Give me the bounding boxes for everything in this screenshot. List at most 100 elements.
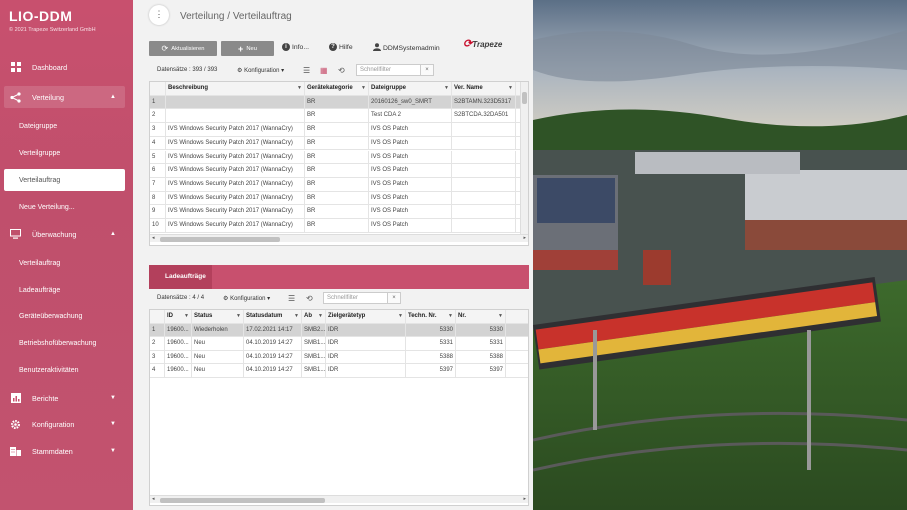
table-cell <box>452 191 516 205</box>
clear-filter-button[interactable]: × <box>420 64 434 76</box>
sidebar-item-geraeteueberwachung[interactable]: Geräteüberwachung <box>0 305 133 327</box>
new-button[interactable]: + Neu <box>221 41 274 56</box>
table-row[interactable]: 3 19600... Neu 04.10.2019 14:27 SMB1... IDR 53… <box>150 350 528 365</box>
column-header[interactable]: Gerätekategorie ▼ <box>305 82 369 95</box>
reset-icon[interactable]: ⟲ <box>306 294 313 303</box>
sidebar-item-ue-verteilauftrag[interactable]: Verteilauftrag <box>0 252 133 274</box>
column-header[interactable]: ID ▼ <box>165 310 192 323</box>
table-cell: 04.10.2019 14:27 <box>244 364 302 377</box>
help-icon: ? <box>329 43 337 51</box>
table-cell: 3 <box>150 123 166 136</box>
user-menu[interactable]: DDMSystemadmin <box>373 43 440 53</box>
filter-icon[interactable]: ▼ <box>448 310 453 323</box>
quick-filter-input[interactable]: Schnellfilter × <box>356 64 434 76</box>
filter-icon[interactable]: ▼ <box>508 82 513 95</box>
sidebar-item-benutzeraktivitaeten[interactable]: Benutzeraktivitäten <box>0 359 133 381</box>
scroll-right-icon[interactable]: ▸ <box>523 496 526 502</box>
column-header[interactable] <box>150 310 165 323</box>
cell-text: IVS Windows Security Patch 2017 (WannaCr… <box>168 126 293 133</box>
filter-icon[interactable]: ▼ <box>184 310 189 323</box>
scroll-thumb[interactable] <box>160 498 325 503</box>
filter-icon[interactable]: ▼ <box>297 82 302 95</box>
filter-icon[interactable]: ▼ <box>318 310 323 323</box>
cell-text: IVS OS Patch <box>371 139 409 146</box>
quick-filter-input[interactable]: Schnellfilter × <box>323 292 401 304</box>
configuration-dropdown[interactable]: ⚙ Konfiguration ▾ <box>237 67 284 74</box>
cell-text: SMB2... <box>304 326 326 333</box>
table-cell <box>452 219 516 232</box>
sidebar-item-dateigruppe[interactable]: Dateigruppe <box>0 115 133 137</box>
table-row[interactable]: 5 IVS Windows Security Patch 2017 (WannaC… <box>150 150 520 165</box>
sidebar-item-berichte[interactable]: Berichte ▼ <box>0 387 133 409</box>
scroll-thumb[interactable] <box>160 237 280 242</box>
column-header[interactable]: Zielgerätetyp ▼ <box>326 310 406 323</box>
app-logo[interactable]: LIO-DDM <box>9 8 133 24</box>
table-cell: BR <box>305 164 369 177</box>
sidebar-item-ueberwachung[interactable]: Überwachung ▲ <box>0 223 133 245</box>
sidebar-item-verteilgruppe[interactable]: Verteilgruppe <box>0 142 133 164</box>
sidebar-item-stammdaten[interactable]: Stammdaten ▼ <box>0 440 133 462</box>
cell-text: BR <box>307 194 316 201</box>
scroll-left-icon[interactable]: ◂ <box>152 235 155 241</box>
column-header[interactable] <box>150 82 166 95</box>
more-options-button[interactable]: ⋮ <box>149 5 169 25</box>
help-link[interactable]: ? Hilfe <box>329 43 353 51</box>
table-row[interactable]: 1 19600... Wiederholen 17.02.2021 14:17 SMB2… <box>150 323 528 338</box>
table-row[interactable]: 4 IVS Windows Security Patch 2017 (WannaC… <box>150 136 520 151</box>
list-view-icon[interactable]: ☰ <box>288 294 295 303</box>
scroll-thumb[interactable] <box>522 92 527 104</box>
quick-filter-placeholder: Schnellfilter <box>327 295 359 301</box>
sidebar-item-verteilauftrag[interactable]: Verteilauftrag <box>4 169 125 191</box>
column-header[interactable]: Techn. Nr. ▼ <box>406 310 456 323</box>
caret-down-icon: ▾ <box>281 68 285 74</box>
table-row[interactable]: 4 19600... Neu 04.10.2019 14:27 SMB1... IDR 53… <box>150 364 528 378</box>
grid-view-icon[interactable]: ▦ <box>320 66 328 75</box>
scroll-right-icon[interactable]: ▸ <box>523 235 526 241</box>
cell-text: Ab <box>304 313 312 319</box>
refresh-button[interactable]: ⟳ Aktualisieren <box>149 41 217 56</box>
table-row[interactable]: 10 IVS Windows Security Patch 2017 (Wanna… <box>150 219 520 233</box>
table-row[interactable]: 7 IVS Windows Security Patch 2017 (WannaC… <box>150 177 520 192</box>
table-cell <box>452 123 516 136</box>
column-header[interactable]: Dateigruppe ▼ <box>369 82 452 95</box>
clear-filter-button[interactable]: × <box>387 292 401 304</box>
info-link[interactable]: i Info... <box>282 43 309 51</box>
column-header[interactable]: Beschreibung ▼ <box>166 82 305 95</box>
sidebar-item-verteilung[interactable]: Verteilung ▲ <box>4 86 125 108</box>
horizontal-scrollbar[interactable]: ◂ ▸ <box>150 495 528 503</box>
table-row[interactable]: 8 IVS Windows Security Patch 2017 (WannaC… <box>150 191 520 206</box>
reset-icon[interactable]: ⟲ <box>338 66 345 75</box>
column-header[interactable]: Ver. Name ▼ <box>452 82 516 95</box>
cell-text: 20160126_sw0_SMRT <box>371 98 432 105</box>
filter-icon[interactable]: ▼ <box>236 310 241 323</box>
sidebar-item-betriebshofueberwachung[interactable]: Betriebshofüberwachung <box>0 332 133 354</box>
table-row[interactable]: 3 IVS Windows Security Patch 2017 (WannaC… <box>150 123 520 137</box>
tab-ladeauftraege[interactable]: Ladeaufträge <box>149 265 212 289</box>
sidebar-item-neue-verteilung[interactable]: Neue Verteilung... <box>0 196 133 218</box>
table-row[interactable]: 2 19600... Neu 04.10.2019 14:27 SMB1... IDR 53… <box>150 337 528 351</box>
filter-icon[interactable]: ▼ <box>294 310 299 323</box>
list-view-icon[interactable]: ☰ <box>303 66 310 75</box>
filter-icon[interactable]: ▼ <box>398 310 403 323</box>
sidebar-item-dashboard[interactable]: Dashboard <box>0 56 133 78</box>
column-header[interactable]: Statusdatum ▼ <box>244 310 302 323</box>
column-header[interactable]: Ab ▼ <box>302 310 326 323</box>
scroll-left-icon[interactable]: ◂ <box>152 496 155 502</box>
table-row[interactable]: 6 IVS Windows Security Patch 2017 (WannaC… <box>150 164 520 178</box>
filter-icon[interactable]: ▼ <box>361 82 366 95</box>
filter-icon[interactable]: ▼ <box>498 310 503 323</box>
table-cell: 1 <box>150 95 166 109</box>
vertical-scrollbar[interactable] <box>520 82 528 234</box>
cell-text: 5397 <box>489 367 503 373</box>
column-header[interactable]: Nr. ▼ <box>456 310 506 323</box>
table-row[interactable]: 2 BR Test CDA 2 S2BTCDA.32DA501 <box>150 109 520 124</box>
sidebar-item-ladeauftraege[interactable]: Ladeaufträge <box>0 279 133 301</box>
column-header[interactable]: Status ▼ <box>192 310 244 323</box>
bottom-filterbar: Datensätze : 4 / 4 ⚙ Konfiguration ▾ ☰ ⟲… <box>133 292 533 306</box>
horizontal-scrollbar[interactable]: ◂ ▸ <box>150 234 528 242</box>
configuration-dropdown[interactable]: ⚙ Konfiguration ▾ <box>223 295 270 302</box>
table-row[interactable]: 1 BR 20160126_sw0_SMRT S2BTAMN.323D5317 <box>150 95 520 110</box>
filter-icon[interactable]: ▼ <box>444 82 449 95</box>
sidebar-item-konfiguration[interactable]: Konfiguration ▼ <box>0 413 133 435</box>
table-row[interactable]: 9 IVS Windows Security Patch 2017 (WannaC… <box>150 205 520 219</box>
